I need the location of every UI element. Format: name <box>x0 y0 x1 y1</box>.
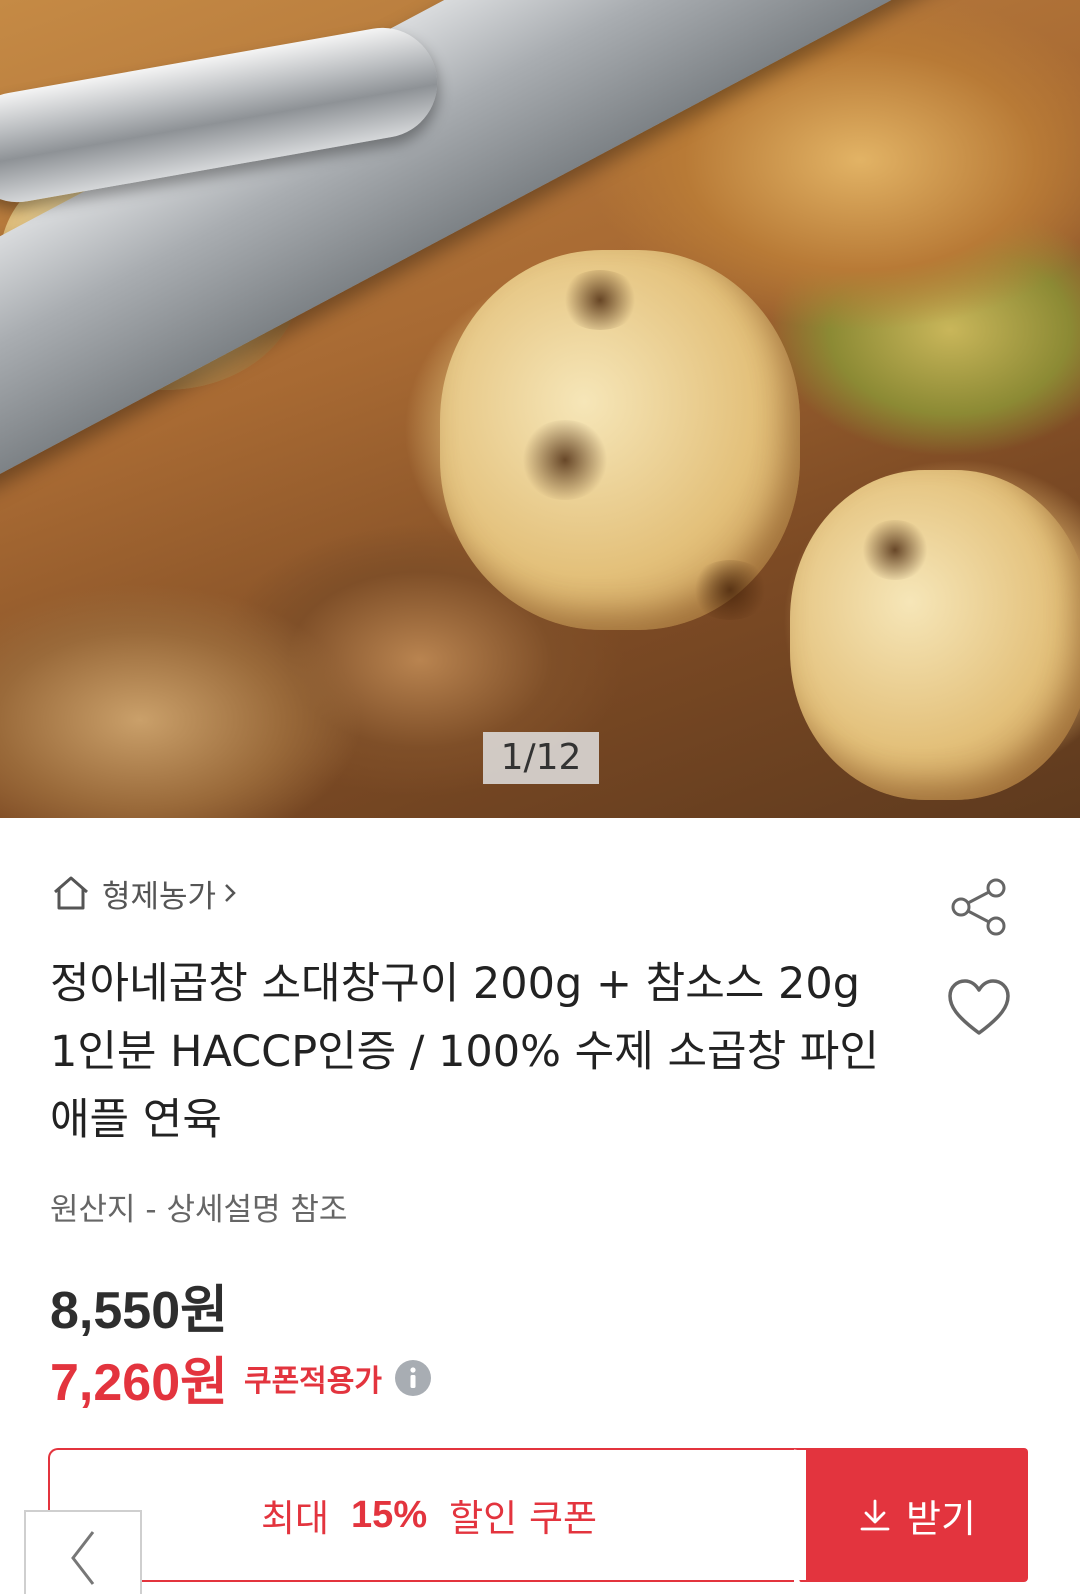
origin-info: 원산지 - 상세설명 참조 <box>50 1192 348 1228</box>
receive-label: 받기 <box>906 1496 976 1541</box>
coupon-banner[interactable]: 최대 15% 할인 쿠폰 <box>48 1448 808 1582</box>
store-name: 형제농가 <box>102 878 217 915</box>
receive-coupon-button[interactable]: 받기 <box>806 1448 1028 1582</box>
chevron-left-icon <box>71 1531 95 1585</box>
char-mark <box>690 560 770 620</box>
image-counter: 1/12 <box>483 732 599 784</box>
char-mark <box>560 270 640 330</box>
share-icon[interactable] <box>948 876 1010 938</box>
chevron-right-icon <box>225 884 236 902</box>
coupon-price-label: 쿠폰적용가 <box>243 1363 382 1399</box>
original-price: 8,550원 <box>50 1282 228 1340</box>
coupon-perforation <box>794 1448 822 1582</box>
product-image-gallery[interactable]: 1/12 <box>0 0 1080 818</box>
store-link[interactable]: 형제농가 <box>50 868 240 918</box>
product-title: 정아네곱창 소대창구이 200g + 참소스 20g 1인분 HACCP인증 /… <box>50 959 879 1145</box>
coupon-price: 7,260원 <box>50 1354 228 1412</box>
coupon-prefix: 최대 <box>260 1497 330 1540</box>
coupon-suffix: 할인 쿠폰 <box>449 1497 598 1540</box>
home-icon <box>54 876 88 910</box>
char-mark <box>520 420 610 500</box>
info-icon[interactable] <box>394 1359 432 1397</box>
back-button[interactable] <box>24 1510 142 1594</box>
download-icon <box>860 1499 890 1531</box>
food-piece <box>790 470 1080 800</box>
heart-icon[interactable] <box>946 978 1012 1038</box>
char-mark <box>860 520 930 580</box>
coupon-percent: 15% <box>351 1493 428 1536</box>
sale-price-row: 7,260원 쿠폰적용가 <box>50 1340 432 1415</box>
